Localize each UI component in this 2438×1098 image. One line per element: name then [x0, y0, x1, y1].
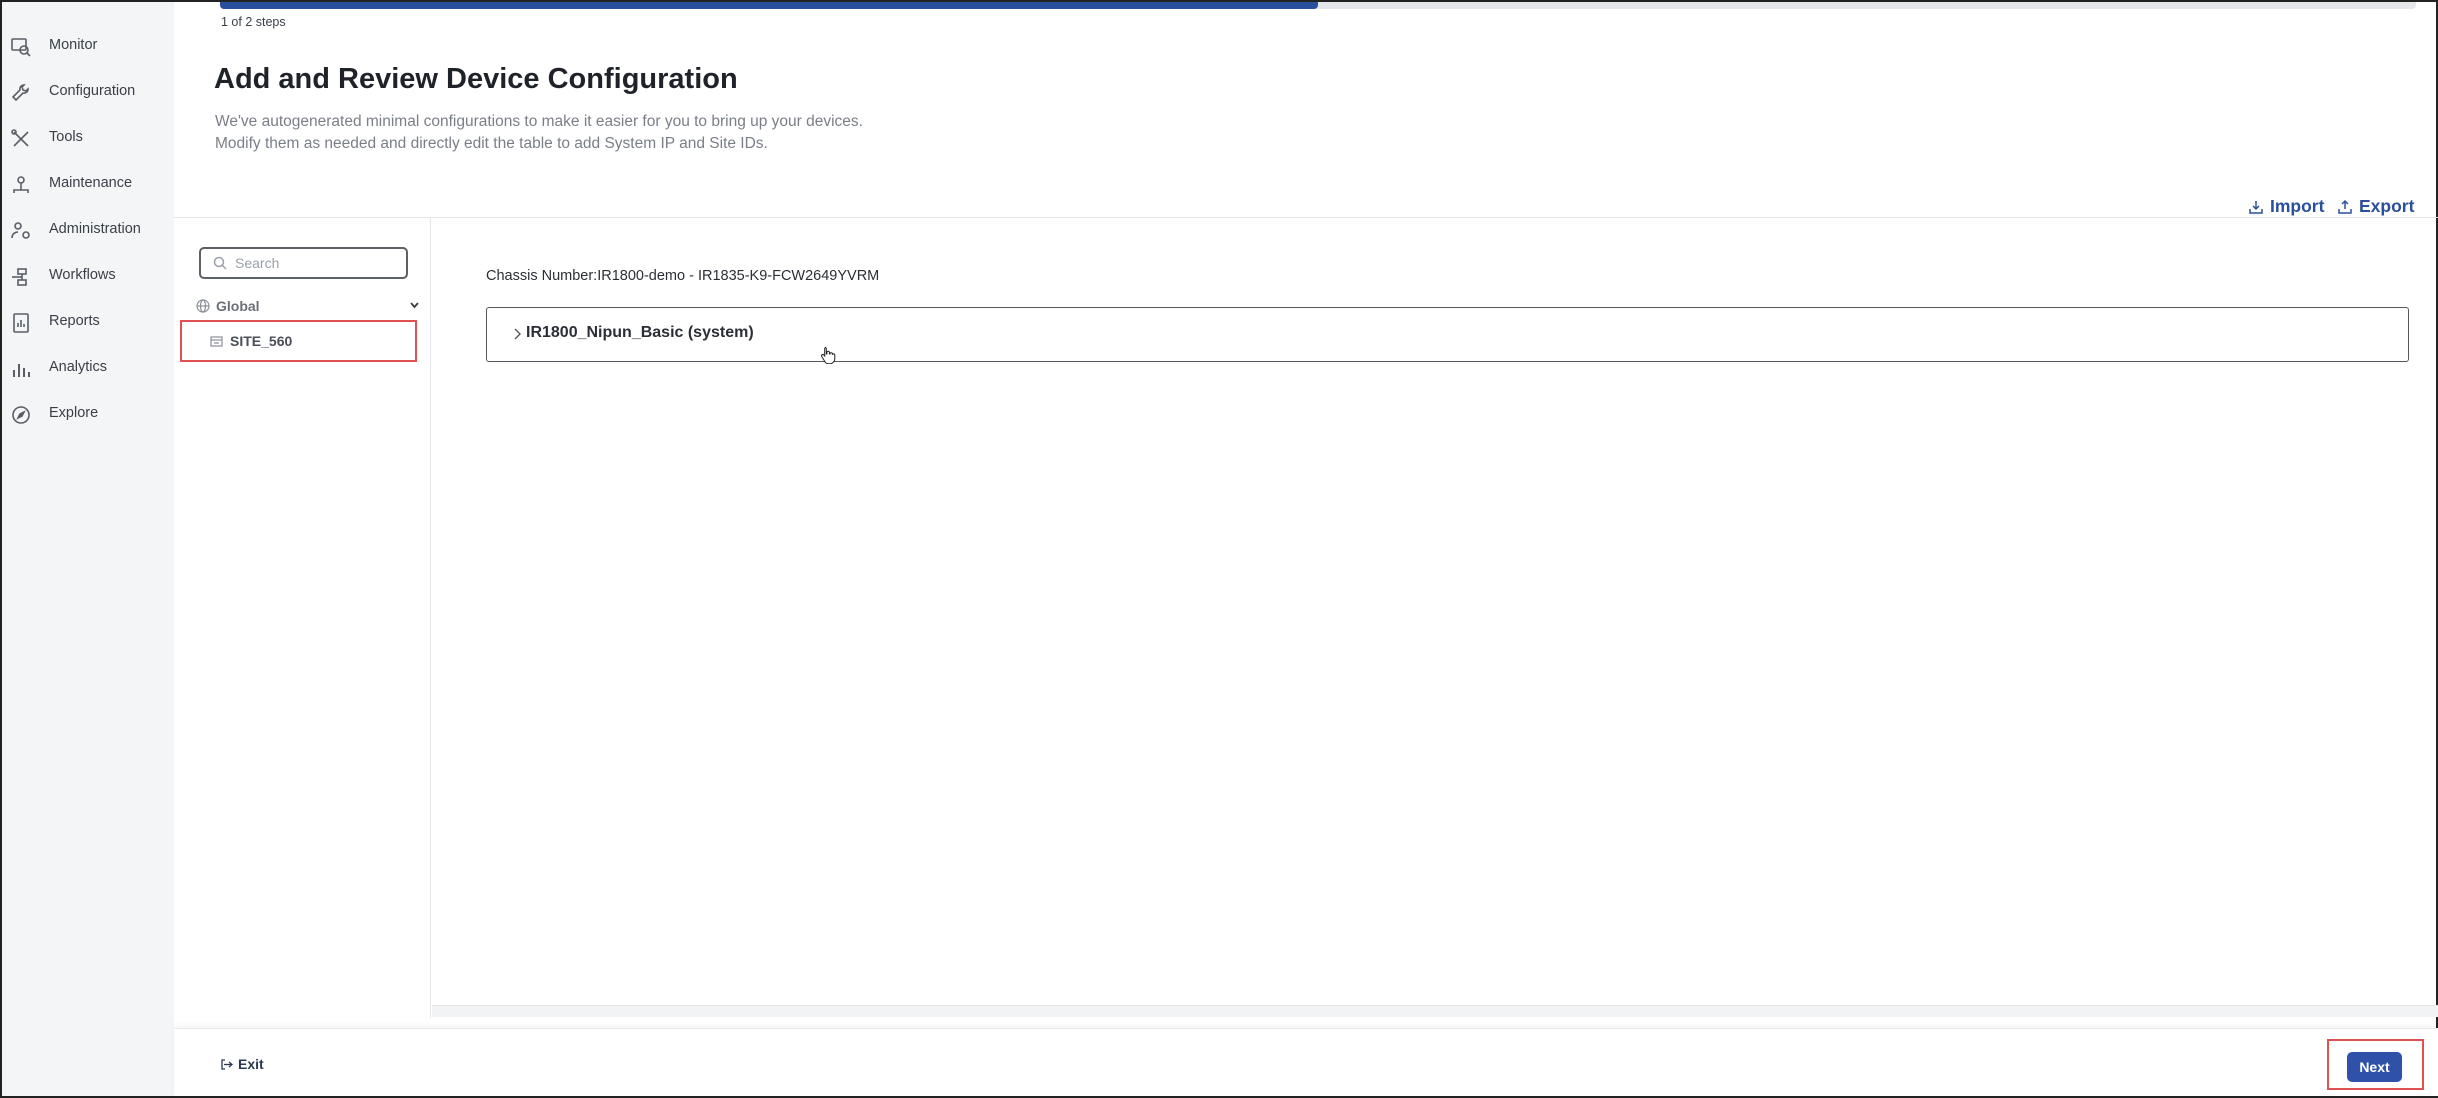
sidebar-item-label: Monitor [49, 37, 98, 53]
tree-node-site[interactable]: SITE_560 [180, 320, 417, 362]
search-icon [213, 256, 227, 270]
export-button[interactable]: Export [2337, 196, 2414, 217]
export-label: Export [2359, 196, 2415, 216]
config-main-panel: Chassis Number:IR1800-demo - IR1835-K9-F… [432, 218, 2438, 1008]
tree-node-label: Global [216, 298, 260, 314]
sidebar-item-label: Analytics [49, 359, 108, 375]
app-window: Monitor Configuration Tools Maintenance … [0, 0, 2438, 1098]
sidebar-item-label: Administration [49, 221, 141, 237]
next-button-highlight: Next [2327, 1039, 2424, 1090]
accordion-label: IR1800_Nipun_Basic (system) [526, 324, 754, 341]
monitor-icon [11, 38, 31, 57]
step-progress-bar [220, 2, 2416, 9]
download-icon [2249, 200, 2263, 214]
sidebar-item-explore[interactable]: Explore [2, 394, 174, 434]
analytics-icon [13, 364, 30, 377]
sidebar-item-tools[interactable]: Tools [2, 118, 174, 158]
maintenance-icon [13, 176, 29, 193]
exit-icon [221, 1058, 233, 1070]
tree-node-label: SITE_560 [230, 333, 293, 349]
config-accordion[interactable]: IR1800_Nipun_Basic (system) [486, 307, 2409, 362]
sidebar-item-administration[interactable]: Administration [2, 210, 174, 250]
wrench-icon [11, 84, 29, 102]
wizard-footer: Exit Next [174, 1028, 2438, 1096]
chevron-right-icon [514, 328, 521, 340]
next-button[interactable]: Next [2347, 1052, 2402, 1082]
page-title: Add and Review Device Configuration [214, 63, 738, 95]
page-description-line-2: Modify them as needed and directly edit … [215, 135, 768, 152]
exit-label: Exit [238, 1056, 264, 1072]
page-description-line-1: We've autogenerated minimal configuratio… [215, 113, 863, 130]
sidebar-nav: Monitor Configuration Tools Maintenance … [2, 2, 174, 1096]
globe-icon [196, 299, 210, 313]
upload-icon [2338, 199, 2352, 214]
tree-search-box [199, 247, 408, 279]
compass-icon [12, 406, 30, 424]
sidebar-item-monitor[interactable]: Monitor [2, 26, 174, 66]
chassis-number: Chassis Number:IR1800-demo - IR1835-K9-F… [486, 268, 880, 284]
tree-node-global[interactable]: Global [196, 294, 420, 318]
sidebar-item-label: Configuration [49, 83, 136, 99]
tools-icon [11, 129, 29, 147]
sidebar-item-label: Workflows [49, 267, 116, 283]
sidebar-item-label: Tools [49, 129, 83, 145]
sidebar-item-analytics[interactable]: Analytics [2, 348, 174, 388]
site-icon [210, 336, 223, 347]
horizontal-scrollbar[interactable] [432, 1005, 2438, 1017]
sidebar-item-reports[interactable]: Reports [2, 302, 174, 342]
sidebar-item-label: Reports [49, 313, 100, 329]
exit-button[interactable]: Exit [220, 1056, 264, 1072]
sidebar-item-workflows[interactable]: Workflows [2, 256, 174, 296]
sidebar-item-configuration[interactable]: Configuration [2, 72, 174, 112]
steps-indicator: 1 of 2 steps [221, 15, 286, 29]
sidebar-item-label: Maintenance [49, 175, 133, 191]
search-input[interactable] [235, 253, 403, 273]
report-icon [13, 313, 29, 333]
chevron-down-icon[interactable] [409, 300, 420, 311]
sidebar-item-maintenance[interactable]: Maintenance [2, 164, 174, 204]
admin-icon [11, 222, 30, 239]
sidebar-item-label: Explore [49, 405, 99, 421]
workflow-icon [12, 268, 27, 286]
site-tree-panel: Global SITE_560 [174, 218, 431, 1018]
hand-cursor-icon [821, 347, 836, 364]
step-progress-fill [220, 2, 1318, 9]
import-label: Import [2270, 196, 2325, 216]
import-button[interactable]: Import [2248, 196, 2324, 217]
